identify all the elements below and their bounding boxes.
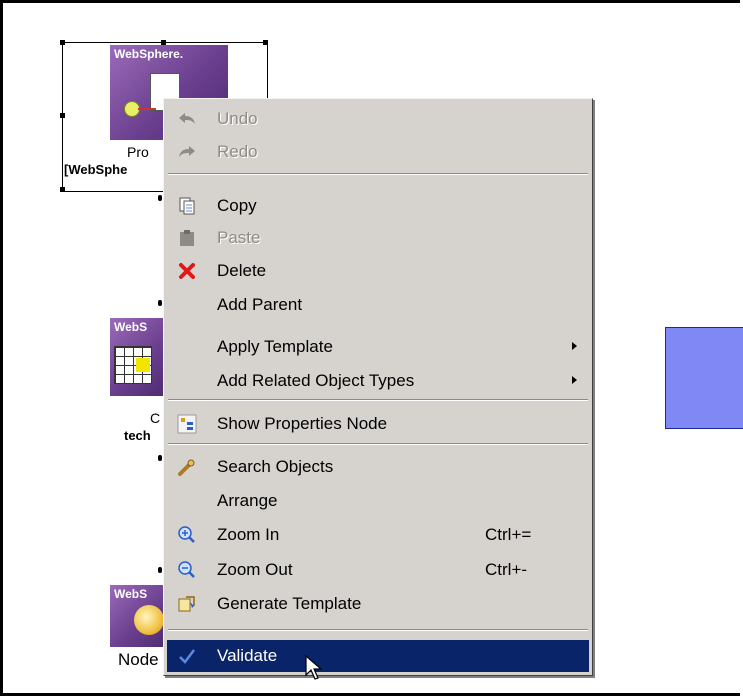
menu-item-label: Apply Template	[217, 337, 333, 356]
menu-item-zoom-out[interactable]: Zoom Out Ctrl+-	[167, 554, 589, 585]
menu-item-copy[interactable]: Copy	[167, 190, 589, 221]
node-label: C	[150, 410, 161, 426]
node-label: Pro	[127, 144, 149, 160]
menu-item-label: Redo	[217, 142, 258, 161]
resize-handle[interactable]	[60, 187, 65, 192]
zoom-out-icon	[177, 560, 197, 580]
node-label: Node	[118, 650, 159, 669]
menu-separator	[168, 173, 588, 175]
menu-item-generate-template[interactable]: Generate Template	[167, 588, 589, 619]
menu-item-show-properties-node[interactable]: Show Properties Node	[167, 408, 589, 439]
menu-item-add-parent[interactable]: Add Parent	[167, 289, 589, 320]
menu-item-label: Search Objects	[217, 457, 334, 476]
menu-item-undo[interactable]: Undo	[167, 103, 589, 134]
websphere-node-icon: WebS	[110, 585, 170, 647]
undo-icon	[177, 109, 197, 129]
menu-item-paste[interactable]: Paste	[167, 222, 589, 253]
zoom-in-icon	[177, 525, 197, 545]
submenu-arrow-icon	[572, 342, 577, 350]
paste-icon	[177, 228, 197, 248]
menu-item-validate[interactable]: Validate	[167, 640, 589, 672]
validate-icon	[177, 646, 197, 666]
menu-separator	[168, 629, 588, 631]
menu-item-shortcut: Ctrl+=	[485, 525, 532, 544]
menu-separator	[168, 443, 588, 445]
menu-item-label: Zoom In	[217, 525, 280, 544]
submenu-arrow-icon	[572, 376, 577, 384]
menu-item-search-objects[interactable]: Search Objects	[167, 451, 589, 482]
resize-handle[interactable]	[263, 40, 268, 45]
menu-item-label: Delete	[217, 261, 267, 280]
mouse-cursor-icon	[305, 654, 325, 683]
menu-item-redo[interactable]: Redo	[167, 136, 589, 167]
menu-item-label: Paste	[217, 228, 261, 247]
node-sphere-icon	[134, 605, 164, 635]
websphere-node-icon: WebS	[110, 318, 170, 396]
menu-item-zoom-in[interactable]: Zoom In Ctrl+=	[167, 519, 589, 550]
menu-item-shortcut: Ctrl+-	[485, 560, 528, 579]
generate-template-icon	[177, 594, 197, 614]
menu-item-apply-template[interactable]: Apply Template	[167, 331, 589, 362]
menu-item-label: Zoom Out	[217, 560, 293, 579]
menu-item-label: Copy	[217, 196, 257, 215]
search-icon	[177, 457, 197, 477]
resize-handle[interactable]	[60, 113, 65, 118]
menu-item-label: Validate	[217, 646, 278, 665]
copy-icon	[177, 196, 197, 216]
menu-item-arrange[interactable]: Arrange	[167, 485, 589, 516]
menu-item-add-related-object-types[interactable]: Add Related Object Types	[167, 365, 589, 396]
menu-item-delete[interactable]: Delete	[167, 255, 589, 286]
node-brand: WebS	[114, 320, 148, 334]
menu-item-label: Arrange	[217, 491, 278, 510]
node-brand: WebS	[114, 587, 148, 601]
menu-item-label: Show Properties Node	[217, 414, 388, 433]
properties-icon	[177, 414, 197, 434]
menu-item-label: Undo	[217, 109, 258, 128]
menu-item-label: Generate Template	[217, 594, 362, 613]
node-sublabel: tech	[124, 428, 151, 443]
redo-icon	[177, 142, 197, 162]
menu-separator	[168, 399, 588, 401]
menu-item-label: Add Parent	[217, 295, 303, 314]
canvas-shape[interactable]	[665, 327, 743, 429]
delete-icon	[177, 261, 197, 281]
node-brand: WebSphere.	[114, 47, 184, 61]
context-menu: Undo Redo Copy Paste Delete Add Parent A…	[163, 98, 593, 676]
resize-handle[interactable]	[60, 40, 65, 45]
menu-item-label: Add Related Object Types	[217, 371, 415, 390]
node-sublabel: [WebSphe	[64, 162, 128, 177]
